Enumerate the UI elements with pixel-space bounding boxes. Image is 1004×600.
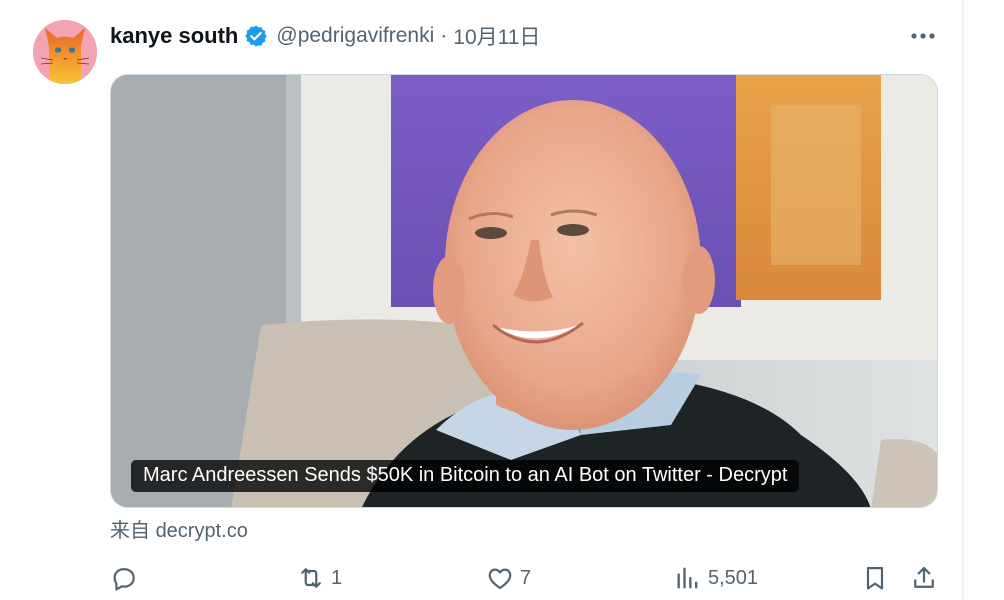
tweet-header: kanye south @pedrigavifrenki · 10月11日 [110, 20, 540, 52]
separator-dot: · [440, 24, 448, 47]
heart-icon [488, 568, 512, 590]
cat-avatar-icon [33, 20, 97, 84]
bookmark-icon [866, 566, 884, 590]
link-card[interactable]: Marc Andreessen Sends $50K in Bitcoin to… [110, 74, 938, 508]
views-count: 5,501 [708, 566, 759, 589]
bookmark-button[interactable] [861, 558, 889, 598]
source-domain-link[interactable]: decrypt.co [156, 520, 248, 542]
verified-badge-icon [244, 24, 268, 48]
timeline-divider [962, 0, 964, 600]
tweet: kanye south @pedrigavifrenki · 10月11日 Ma… [0, 0, 962, 600]
source-prefix: 来自 [110, 520, 150, 542]
avatar[interactable] [33, 20, 97, 84]
reply-icon [113, 568, 135, 591]
more-horizontal-icon [911, 33, 935, 39]
user-handle[interactable]: @pedrigavifrenki [276, 24, 434, 48]
retweet-count: 1 [331, 566, 343, 589]
tweet-actions: 1 7 5,501 [0, 558, 962, 598]
display-name[interactable]: kanye south [110, 23, 238, 49]
reply-button[interactable] [110, 558, 138, 598]
views-button[interactable]: 5,501 [674, 558, 758, 598]
more-options-button[interactable] [906, 20, 940, 52]
retweet-button[interactable]: 1 [297, 558, 342, 598]
like-button[interactable]: 7 [486, 558, 531, 598]
share-icon [914, 566, 934, 588]
views-icon [677, 567, 698, 589]
card-source: 来自 decrypt.co [110, 514, 248, 543]
share-button[interactable] [910, 558, 938, 598]
retweet-icon [301, 568, 321, 588]
tweet-date[interactable]: 10月11日 [453, 21, 540, 51]
article-photo [111, 75, 937, 507]
card-title: Marc Andreessen Sends $50K in Bitcoin to… [131, 460, 800, 492]
like-count: 7 [520, 566, 532, 589]
